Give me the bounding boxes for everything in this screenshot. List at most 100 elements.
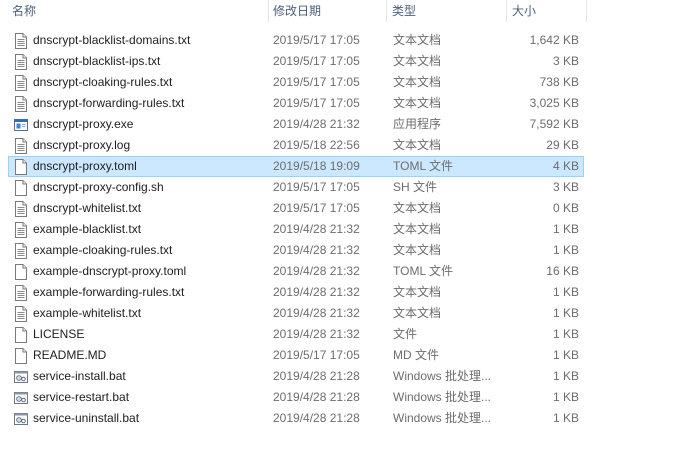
file-type: 文本文档: [393, 222, 442, 236]
file-size: 738 KB: [539, 75, 579, 89]
blank-file-icon: [14, 348, 28, 364]
text-file-icon: [14, 222, 28, 238]
file-row[interactable]: example-forwarding-rules.txt 2019/4/28 21…: [8, 282, 584, 303]
file-row[interactable]: LICENSE 2019/4/28 21:32 文件 1 KB: [8, 324, 584, 345]
file-row[interactable]: README.MD 2019/5/17 17:05 MD 文件 1 KB: [8, 345, 584, 366]
column-header-date[interactable]: 修改日期: [273, 0, 321, 22]
file-modified-date: 2019/4/28 21:32: [273, 285, 360, 299]
file-name: example-dnscrypt-proxy.toml: [33, 264, 187, 278]
file-type: MD 文件: [393, 348, 439, 362]
file-modified-date: 2019/4/28 21:32: [273, 243, 360, 257]
file-row[interactable]: example-dnscrypt-proxy.toml 2019/4/28 21:…: [8, 261, 584, 282]
file-type: 文件: [393, 327, 418, 341]
column-divider[interactable]: [268, 0, 269, 22]
text-file-icon: [14, 306, 28, 322]
text-file-icon: [14, 285, 28, 301]
file-name: example-cloaking-rules.txt: [33, 243, 173, 257]
file-name: dnscrypt-forwarding-rules.txt: [33, 96, 185, 110]
batch-file-icon: [14, 390, 28, 406]
file-type: Windows 批处理...: [393, 390, 492, 404]
file-type: 文本文档: [393, 75, 442, 89]
file-row[interactable]: dnscrypt-proxy.log 2019/5/18 22:56 文本文档 29 …: [8, 135, 584, 156]
column-header-type[interactable]: 类型: [392, 0, 416, 22]
file-row[interactable]: service-install.bat 2019/4/28 21:28 Window…: [8, 366, 584, 387]
text-file-icon: [14, 75, 28, 91]
file-modified-date: 2019/4/28 21:32: [273, 306, 360, 320]
file-size: 1 KB: [552, 222, 579, 236]
blank-file-icon: [14, 180, 28, 196]
text-file-icon: [14, 138, 28, 154]
exe-file-icon: [14, 117, 28, 133]
blank-file-icon: [14, 159, 28, 175]
file-row[interactable]: dnscrypt-blacklist-ips.txt 2019/5/17 17:0…: [8, 51, 584, 72]
file-name: README.MD: [33, 348, 107, 362]
file-row[interactable]: dnscrypt-proxy.toml 2019/5/18 19:09 TOML 文…: [8, 156, 584, 177]
file-type: TOML 文件: [393, 159, 454, 173]
file-name: service-uninstall.bat: [33, 411, 140, 425]
file-size: 1 KB: [552, 390, 579, 404]
file-size: 3 KB: [552, 180, 579, 194]
file-size: 1 KB: [552, 327, 579, 341]
file-name: dnscrypt-blacklist-ips.txt: [33, 54, 161, 68]
column-divider[interactable]: [586, 0, 587, 22]
file-type: 文本文档: [393, 96, 442, 110]
file-size: 1 KB: [552, 369, 579, 383]
column-header-size[interactable]: 大小: [512, 0, 536, 22]
file-row[interactable]: dnscrypt-forwarding-rules.txt 2019/5/17 1…: [8, 93, 584, 114]
file-modified-date: 2019/5/18 22:56: [273, 138, 360, 152]
file-modified-date: 2019/4/28 21:32: [273, 264, 360, 278]
file-size: 0 KB: [552, 201, 579, 215]
file-row[interactable]: example-blacklist.txt 2019/4/28 21:32 文本文档…: [8, 219, 584, 240]
file-modified-date: 2019/5/17 17:05: [273, 75, 360, 89]
file-row[interactable]: example-cloaking-rules.txt 2019/4/28 21:3…: [8, 240, 584, 261]
file-type: 文本文档: [393, 201, 442, 215]
file-row[interactable]: dnscrypt-proxy-config.sh 2019/5/17 17:05 S…: [8, 177, 584, 198]
text-file-icon: [14, 243, 28, 259]
file-name: service-install.bat: [33, 369, 126, 383]
text-file-icon: [14, 96, 28, 112]
file-size: 16 KB: [546, 264, 579, 278]
file-type: 文本文档: [393, 33, 442, 47]
column-divider[interactable]: [506, 0, 507, 22]
file-modified-date: 2019/5/17 17:05: [273, 180, 360, 194]
file-size: 29 KB: [546, 138, 579, 152]
file-type: 文本文档: [393, 138, 442, 152]
file-size: 1,642 KB: [529, 33, 579, 47]
file-row[interactable]: service-uninstall.bat 2019/4/28 21:28 Wind…: [8, 408, 584, 429]
blank-file-icon: [14, 264, 28, 280]
file-size: 1 KB: [552, 243, 579, 257]
file-row[interactable]: dnscrypt-proxy.exe 2019/4/28 21:32 应用程序 7,5…: [8, 114, 584, 135]
file-name: example-forwarding-rules.txt: [33, 285, 185, 299]
file-type: 文本文档: [393, 54, 442, 68]
file-modified-date: 2019/5/17 17:05: [273, 201, 360, 215]
file-type: SH 文件: [393, 180, 438, 194]
file-row[interactable]: dnscrypt-blacklist-domains.txt 2019/5/17 …: [8, 30, 584, 51]
text-file-icon: [14, 54, 28, 70]
file-name: dnscrypt-cloaking-rules.txt: [33, 75, 173, 89]
file-size: 1 KB: [552, 306, 579, 320]
file-row[interactable]: example-whitelist.txt 2019/4/28 21:32 文本文档…: [8, 303, 584, 324]
file-size: 7,592 KB: [529, 117, 579, 131]
file-size: 1 KB: [552, 285, 579, 299]
file-size: 3,025 KB: [529, 96, 579, 110]
file-size: 4 KB: [552, 159, 579, 173]
file-modified-date: 2019/4/28 21:32: [273, 117, 360, 131]
file-name: dnscrypt-proxy.exe: [33, 117, 134, 131]
file-row[interactable]: dnscrypt-whitelist.txt 2019/5/17 17:05 文本文…: [8, 198, 584, 219]
text-file-icon: [14, 33, 28, 49]
file-modified-date: 2019/5/17 17:05: [273, 96, 360, 110]
file-name: LICENSE: [33, 327, 85, 341]
file-name: dnscrypt-proxy-config.sh: [33, 180, 164, 194]
file-type: Windows 批处理...: [393, 369, 492, 383]
file-modified-date: 2019/5/17 17:05: [273, 348, 360, 362]
file-modified-date: 2019/5/18 19:09: [273, 159, 360, 173]
file-size: 1 KB: [552, 411, 579, 425]
file-name: example-whitelist.txt: [33, 306, 142, 320]
column-divider[interactable]: [386, 0, 387, 22]
file-row[interactable]: dnscrypt-cloaking-rules.txt 2019/5/17 17:…: [8, 72, 584, 93]
file-name: service-restart.bat: [33, 390, 130, 404]
file-type: 应用程序: [393, 117, 442, 131]
column-header-name[interactable]: 名称: [12, 0, 36, 22]
file-size: 3 KB: [552, 54, 579, 68]
file-row[interactable]: service-restart.bat 2019/4/28 21:28 Window…: [8, 387, 584, 408]
